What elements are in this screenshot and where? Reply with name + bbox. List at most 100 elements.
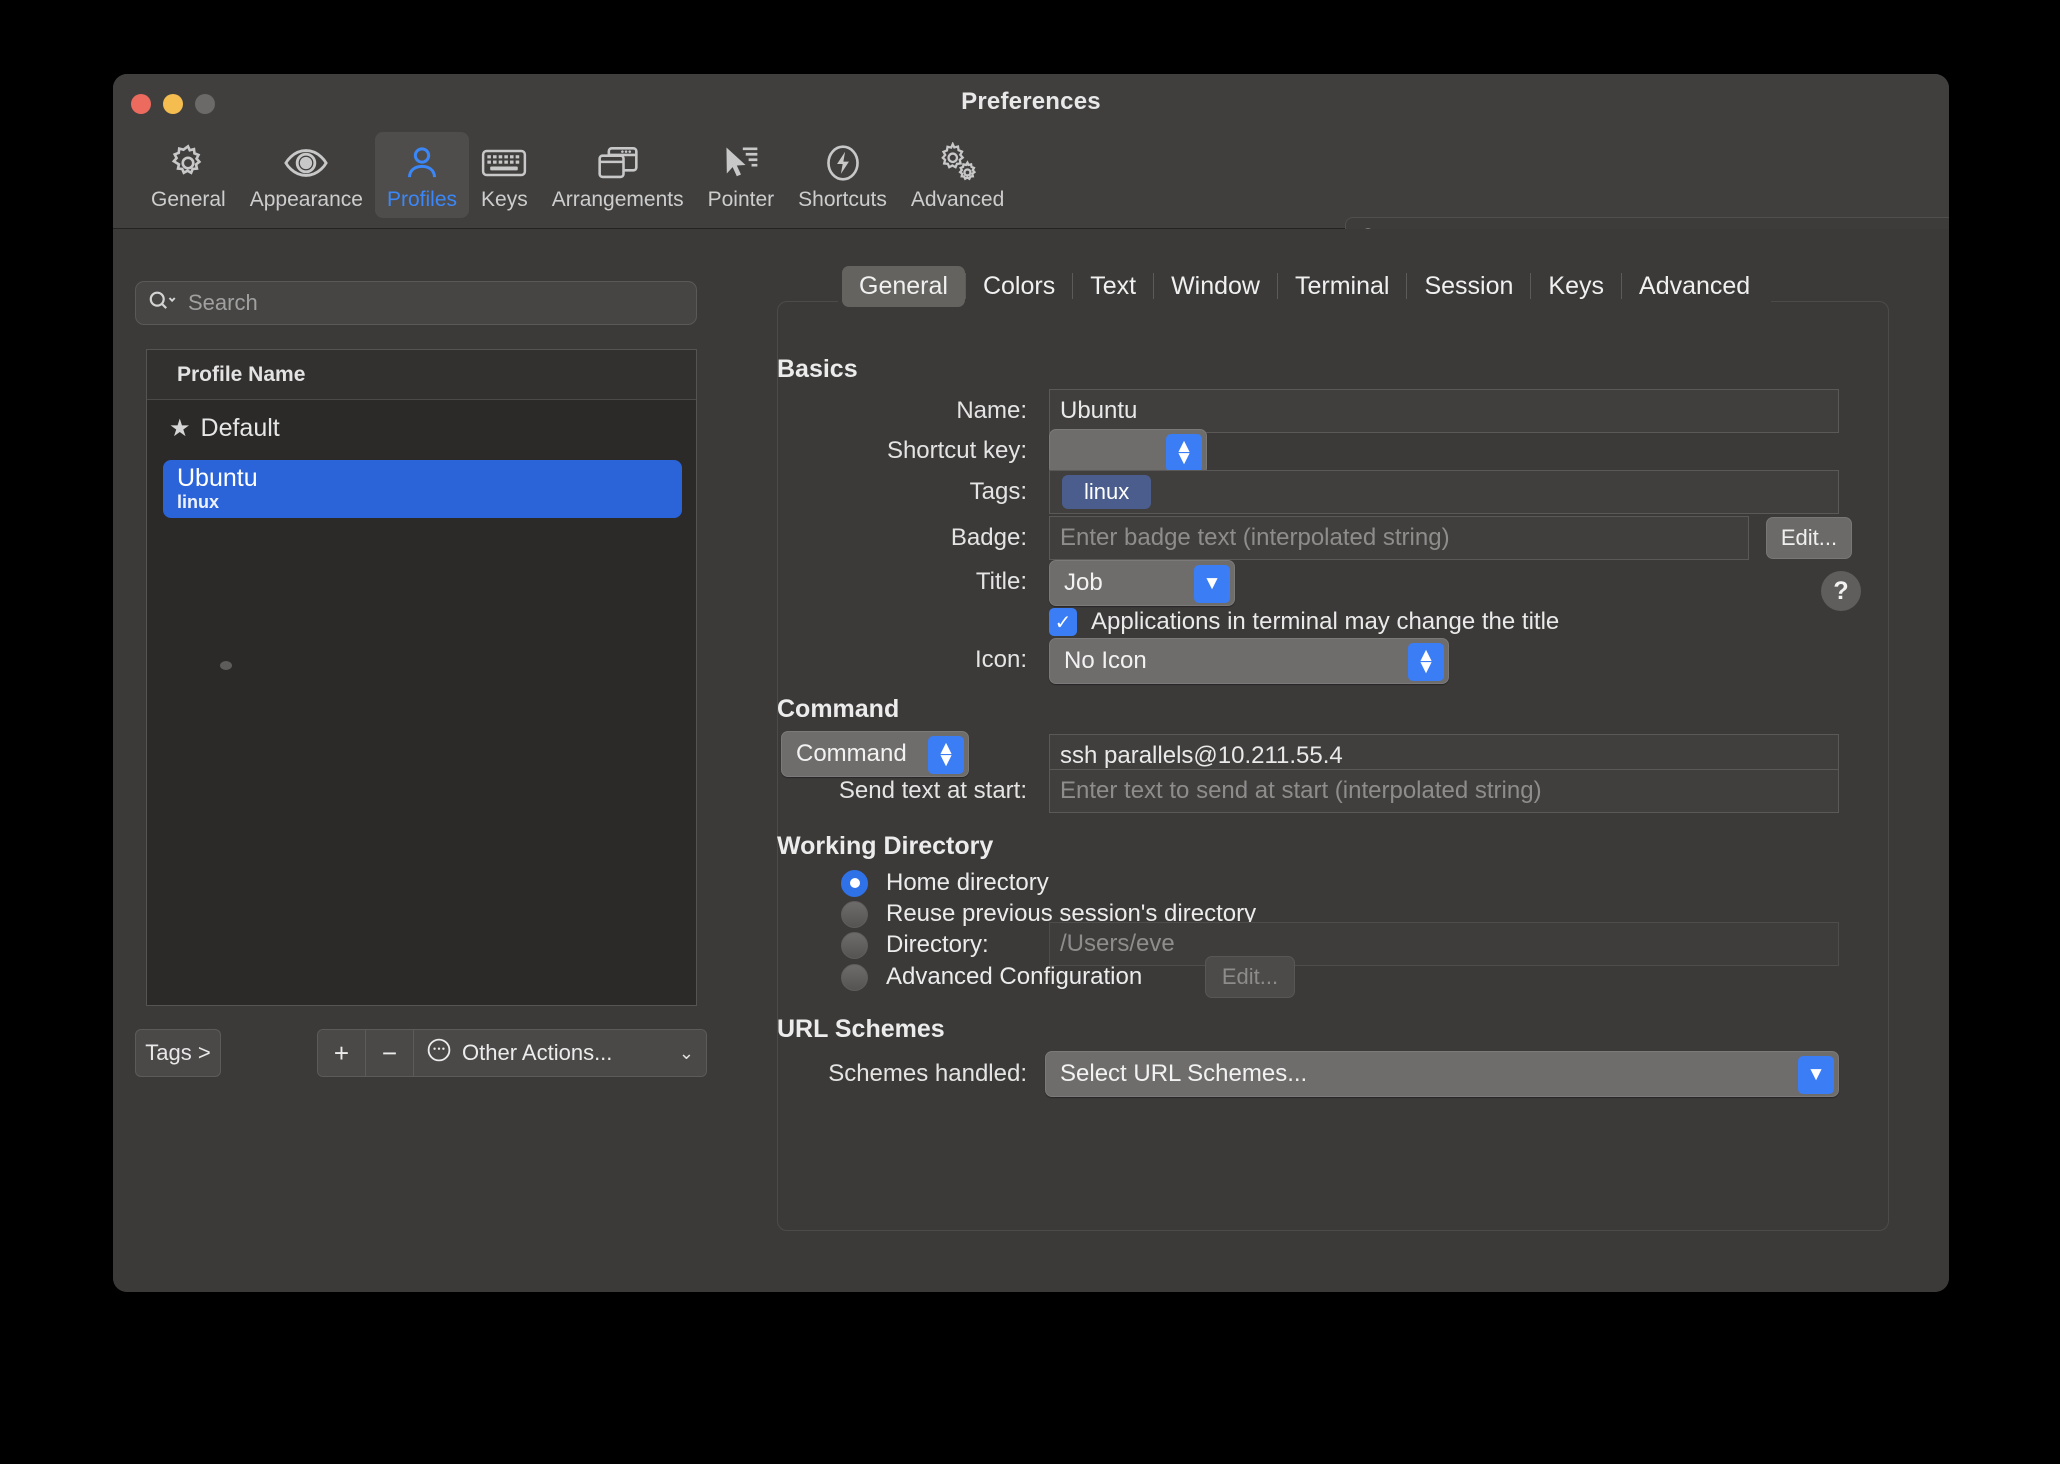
eye-icon [283, 140, 329, 186]
profiles-table: Profile Name ★ Default Ubuntu linux [146, 349, 697, 1006]
tag-chip-linux[interactable]: linux [1062, 475, 1152, 509]
badge-field[interactable] [1049, 516, 1749, 560]
radio-unselected-icon[interactable] [841, 931, 868, 959]
checkbox-checked-icon[interactable]: ✓ [1049, 608, 1077, 636]
radio-directory[interactable]: Directory: [841, 931, 989, 959]
tab-text[interactable]: Text [1073, 266, 1153, 307]
keyboard-icon [481, 140, 527, 186]
tab-colors[interactable]: Colors [966, 266, 1072, 307]
profile-editor-pane: General Colors Text Window Terminal Sess… [725, 229, 1949, 1292]
toolbar-item-appearance[interactable]: Appearance [238, 132, 375, 218]
table-row-ubuntu[interactable]: Ubuntu linux [163, 460, 682, 518]
tab-terminal[interactable]: Terminal [1278, 266, 1406, 307]
section-heading-url-schemes: URL Schemes [777, 1015, 945, 1043]
send-text-field[interactable] [1049, 769, 1839, 813]
profile-tag: linux [177, 491, 220, 512]
chevron-down-icon: ▼ [1194, 565, 1230, 603]
command-mode-dropdown[interactable]: Command ▲ ▼ [781, 731, 969, 777]
name-field[interactable] [1049, 389, 1839, 433]
profiles-table-header: Profile Name [147, 350, 696, 400]
toolbar-item-label: Pointer [707, 188, 775, 211]
profile-name: Ubuntu [177, 463, 258, 492]
toolbar-item-label: Keys [481, 188, 528, 211]
tab-session[interactable]: Session [1407, 266, 1530, 307]
tags-field[interactable]: linux [1049, 470, 1839, 514]
toolbar-item-label: Advanced [910, 188, 1005, 211]
toolbar-item-advanced[interactable]: Advanced [899, 132, 1016, 218]
ellipsis-circle-icon [426, 1037, 452, 1069]
stepper-icon: ▲ ▼ [1408, 643, 1444, 681]
apps-may-change-title-row[interactable]: ✓ Applications in terminal may change th… [1049, 608, 1559, 636]
radio-home-directory[interactable]: Home directory [841, 869, 1049, 897]
shortcut-key-dropdown[interactable]: ▲ ▼ [1049, 429, 1207, 475]
gear-icon [167, 140, 209, 186]
tags-label: Tags: [969, 478, 1027, 505]
tags-button[interactable]: Tags > [135, 1029, 221, 1077]
toolbar: Preferences General Appearance Profiles … [113, 74, 1949, 290]
radio-label: Home directory [886, 869, 1049, 896]
toolbar-item-shortcuts[interactable]: Shortcuts [786, 132, 899, 218]
preferences-window: Preferences General Appearance Profiles … [113, 74, 1949, 1292]
pane-resize-handle[interactable] [220, 661, 232, 670]
remove-profile-button[interactable]: − [366, 1030, 414, 1076]
toolbar-item-profiles[interactable]: Profiles [374, 132, 470, 218]
section-heading-basics: Basics [777, 355, 858, 383]
stepper-icon: ▲ ▼ [928, 736, 964, 774]
schemes-handled-value: Select URL Schemes... [1060, 1060, 1308, 1087]
other-actions-label: Other Actions... [462, 1040, 613, 1065]
table-row-default[interactable]: ★ Default [147, 400, 696, 456]
toolbar-item-label: General [151, 188, 226, 211]
bolt-icon [822, 140, 864, 186]
directory-field[interactable] [1049, 922, 1839, 966]
badge-edit-button[interactable]: Edit... [1766, 517, 1852, 559]
tab-general[interactable]: General [842, 265, 965, 307]
toolbar-item-pointer[interactable]: Pointer [696, 132, 787, 218]
search-icon [148, 288, 178, 319]
windows-icon [596, 140, 640, 186]
section-heading-command: Command [777, 695, 900, 723]
radio-advanced-configuration[interactable]: Advanced Configuration [841, 963, 1142, 991]
section-heading-working-directory: Working Directory [777, 832, 994, 860]
toolbar-item-keys[interactable]: Keys [469, 132, 540, 218]
tab-advanced[interactable]: Advanced [1622, 266, 1767, 307]
icon-value: No Icon [1064, 647, 1147, 674]
icon-label: Icon: [974, 646, 1027, 673]
toolbar-item-label: Profiles [386, 188, 458, 211]
profile-actions-segmented-control: + − Other Actions... ⌄ [317, 1029, 707, 1077]
window-title: Preferences [961, 88, 1101, 115]
other-actions-button[interactable]: Other Actions... ⌄ [414, 1030, 706, 1076]
tab-keys[interactable]: Keys [1531, 266, 1621, 307]
radio-selected-icon[interactable] [841, 869, 868, 897]
body-area: Profile Name ★ Default Ubuntu linux Tags… [113, 229, 1949, 1292]
toolbar-item-general[interactable]: General [139, 132, 238, 218]
profile-search-input[interactable] [188, 290, 658, 316]
schemes-handled-dropdown[interactable]: Select URL Schemes... ▼ [1045, 1051, 1839, 1097]
icon-dropdown[interactable]: No Icon ▲ ▼ [1049, 638, 1449, 684]
apps-may-change-title-label: Applications in terminal may change the … [1091, 608, 1560, 635]
title-dropdown[interactable]: Job ▼ [1049, 560, 1235, 606]
person-icon [402, 140, 442, 186]
chevron-down-icon: ▼ [1798, 1056, 1834, 1094]
stepper-icon: ▲ ▼ [1166, 434, 1202, 472]
shortcut-key-label: Shortcut key: [886, 437, 1027, 464]
profile-search-box[interactable] [135, 281, 697, 325]
schemes-handled-label: Schemes handled: [828, 1060, 1027, 1087]
radio-unselected-icon[interactable] [841, 963, 868, 991]
toolbar-item-label: Appearance [249, 188, 363, 211]
radio-label: Advanced Configuration [886, 963, 1143, 990]
chevron-down-icon: ⌄ [678, 1042, 694, 1063]
toolbar-item-arrangements[interactable]: Arrangements [540, 132, 696, 218]
add-profile-button[interactable]: + [318, 1030, 366, 1076]
tab-bar: General Colors Text Window Terminal Sess… [838, 261, 1772, 311]
radio-unselected-icon[interactable] [841, 900, 868, 928]
advanced-configuration-edit-button: Edit... [1205, 956, 1295, 998]
toolbar-item-label: Arrangements [551, 188, 684, 211]
profile-name: Default [200, 413, 280, 442]
tab-window[interactable]: Window [1154, 266, 1277, 307]
star-icon: ★ [169, 414, 191, 442]
toolbar-item-label: Shortcuts [798, 188, 887, 211]
title-help-button[interactable]: ? [1821, 571, 1861, 611]
badge-label: Badge: [950, 524, 1027, 551]
send-text-label: Send text at start: [838, 777, 1027, 804]
profiles-pane-footer: Tags > + − Other Actions... ⌄ [113, 1029, 725, 1089]
